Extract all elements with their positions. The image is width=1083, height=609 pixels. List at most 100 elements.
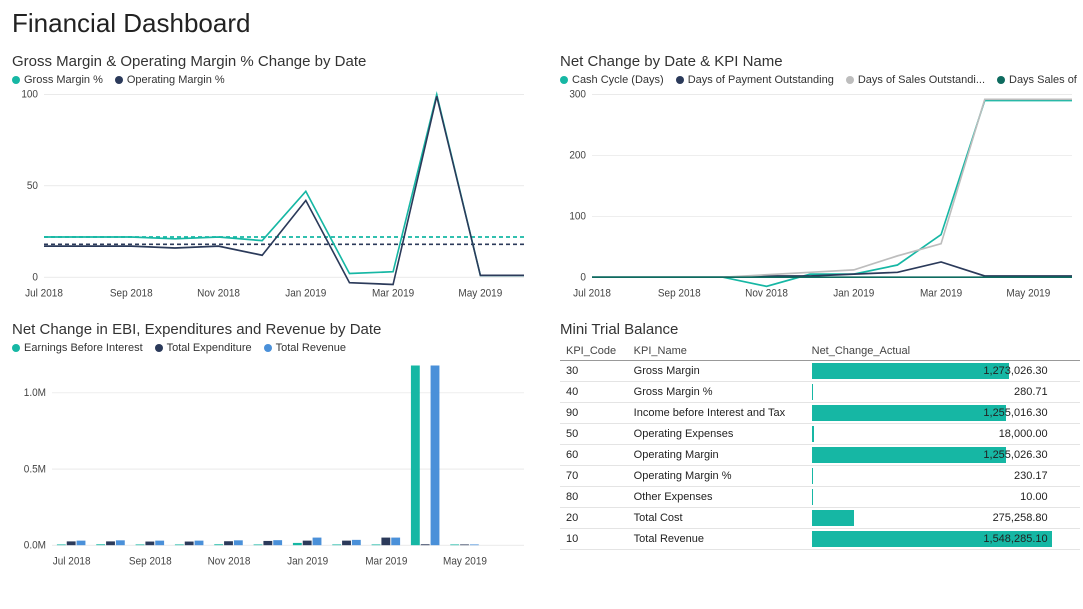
legend-dot-icon [115, 76, 123, 84]
col-kpi-code[interactable]: KPI_Code [560, 342, 628, 361]
table-row[interactable]: 90Income before Interest and Tax1,255,01… [560, 403, 1080, 424]
svg-text:1.0M: 1.0M [24, 388, 46, 399]
legend-item[interactable]: Gross Margin % [12, 74, 103, 86]
table-row[interactable]: 50Operating Expenses 18,000.00 [560, 424, 1080, 445]
legend-dot-icon [676, 76, 684, 84]
cell-kpi-name: Gross Margin [628, 361, 806, 382]
legend-dot-icon [560, 76, 568, 84]
svg-text:100: 100 [569, 211, 586, 222]
legend-item[interactable]: Days of Payment Outstanding [676, 74, 834, 86]
bar-chart[interactable]: 0.0M0.5M1.0MJul 2018Sep 2018Nov 2018Jan … [12, 356, 532, 571]
legend-dot-icon [155, 344, 163, 352]
panel-net-change-kpi[interactable]: Net Change by Date & KPI Name Cash Cycle… [560, 53, 1080, 303]
svg-text:100: 100 [21, 89, 38, 100]
legend-item[interactable]: Days Sales of Inve... [997, 74, 1080, 86]
legend-dot-icon [846, 76, 854, 84]
legend: Cash Cycle (Days) Days of Payment Outstan… [560, 74, 1080, 86]
svg-text:May 2019: May 2019 [1006, 288, 1050, 299]
cell-net-change: 280.71 [806, 382, 1080, 403]
svg-text:Mar 2019: Mar 2019 [372, 288, 414, 299]
table-row[interactable]: 40Gross Margin % 280.71 [560, 382, 1080, 403]
svg-text:May 2019: May 2019 [458, 288, 502, 299]
panel-mini-trial-balance[interactable]: Mini Trial Balance KPI_Code KPI_Name Net… [560, 321, 1080, 571]
legend: Gross Margin % Operating Margin % [12, 74, 532, 86]
svg-text:50: 50 [27, 181, 38, 192]
legend-label: Total Revenue [276, 342, 346, 354]
bar-fill [812, 510, 855, 526]
bar-value-label: 1,548,285.10 [983, 531, 1047, 547]
cell-kpi-code: 50 [560, 424, 628, 445]
dashboard-grid: Gross Margin & Operating Margin % Change… [12, 53, 1071, 571]
legend-dot-icon [264, 344, 272, 352]
bar-value-label: 10.00 [1020, 489, 1048, 505]
legend-item[interactable]: Days of Sales Outstandi... [846, 74, 985, 86]
svg-text:200: 200 [569, 150, 586, 161]
legend-label: Operating Margin % [127, 74, 225, 86]
bar-fill [812, 363, 1009, 379]
col-net-change[interactable]: Net_Change_Actual [806, 342, 1080, 361]
legend-item[interactable]: Earnings Before Interest [12, 342, 143, 354]
table-row[interactable]: 60Operating Margin 1,255,026.30 [560, 445, 1080, 466]
svg-text:Mar 2019: Mar 2019 [365, 556, 407, 567]
svg-text:Jul 2018: Jul 2018 [53, 556, 91, 567]
svg-text:0: 0 [580, 272, 586, 283]
bar-value-label: 18,000.00 [999, 426, 1048, 442]
bar-value-label: 280.71 [1014, 384, 1048, 400]
panel-gross-op-margin[interactable]: Gross Margin & Operating Margin % Change… [12, 53, 532, 303]
cell-kpi-name: Operating Margin [628, 445, 806, 466]
trial-balance-table[interactable]: KPI_Code KPI_Name Net_Change_Actual 30Gr… [560, 342, 1080, 550]
cell-kpi-name: Other Expenses [628, 487, 806, 508]
line-chart[interactable]: 050100Jul 2018Sep 2018Nov 2018Jan 2019Ma… [12, 88, 532, 303]
bar-fill [812, 405, 1007, 421]
svg-text:Jul 2018: Jul 2018 [573, 288, 611, 299]
legend-label: Earnings Before Interest [24, 342, 143, 354]
bar-value-label: 1,255,026.30 [983, 447, 1047, 463]
legend: Earnings Before Interest Total Expenditur… [12, 342, 532, 354]
cell-net-change: 1,255,016.30 [806, 403, 1080, 424]
line-chart[interactable]: 0100200300Jul 2018Sep 2018Nov 2018Jan 20… [560, 88, 1080, 303]
table-row[interactable]: 30Gross Margin1,273,026.30 [560, 361, 1080, 382]
legend-item[interactable]: Total Revenue [264, 342, 346, 354]
cell-kpi-code: 80 [560, 487, 628, 508]
cell-net-change: 18,000.00 [806, 424, 1080, 445]
svg-text:Mar 2019: Mar 2019 [920, 288, 962, 299]
legend-label: Cash Cycle (Days) [572, 74, 664, 86]
legend-dot-icon [12, 344, 20, 352]
cell-kpi-code: 90 [560, 403, 628, 424]
legend-label: Days Sales of Inve... [1009, 74, 1080, 86]
cell-kpi-code: 60 [560, 445, 628, 466]
table-row[interactable]: 10Total Revenue1,548,285.10 [560, 529, 1080, 550]
col-kpi-name[interactable]: KPI_Name [628, 342, 806, 361]
svg-text:Sep 2018: Sep 2018 [110, 288, 153, 299]
legend-item[interactable]: Cash Cycle (Days) [560, 74, 664, 86]
table-row[interactable]: 70Operating Margin %230.17 [560, 466, 1080, 487]
svg-text:Jul 2018: Jul 2018 [25, 288, 63, 299]
cell-kpi-name: Income before Interest and Tax [628, 403, 806, 424]
svg-text:Nov 2018: Nov 2018 [745, 288, 788, 299]
panel-title: Gross Margin & Operating Margin % Change… [12, 53, 532, 70]
cell-net-change: 230.17 [806, 466, 1080, 487]
cell-kpi-name: Gross Margin % [628, 382, 806, 403]
cell-kpi-code: 30 [560, 361, 628, 382]
legend-item[interactable]: Total Expenditure [155, 342, 252, 354]
legend-item[interactable]: Operating Margin % [115, 74, 225, 86]
panel-title: Net Change by Date & KPI Name [560, 53, 1080, 70]
cell-net-change: 1,548,285.10 [806, 529, 1080, 550]
svg-text:Sep 2018: Sep 2018 [129, 556, 172, 567]
table-row[interactable]: 20Total Cost275,258.80 [560, 508, 1080, 529]
table-row[interactable]: 80Other Expenses 10.00 [560, 487, 1080, 508]
cell-kpi-code: 40 [560, 382, 628, 403]
cell-kpi-name: Operating Expenses [628, 424, 806, 445]
bar-fill [812, 447, 1007, 463]
cell-kpi-code: 70 [560, 466, 628, 487]
cell-kpi-name: Operating Margin % [628, 466, 806, 487]
bar-fill [812, 468, 813, 484]
legend-label: Total Expenditure [167, 342, 252, 354]
panel-ebi-exp-rev[interactable]: Net Change in EBI, Expenditures and Reve… [12, 321, 532, 571]
cell-kpi-name: Total Revenue [628, 529, 806, 550]
svg-text:0: 0 [32, 272, 38, 283]
cell-kpi-name: Total Cost [628, 508, 806, 529]
svg-text:0.5M: 0.5M [24, 464, 46, 475]
bar-value-label: 275,258.80 [993, 510, 1048, 526]
cell-net-change: 275,258.80 [806, 508, 1080, 529]
